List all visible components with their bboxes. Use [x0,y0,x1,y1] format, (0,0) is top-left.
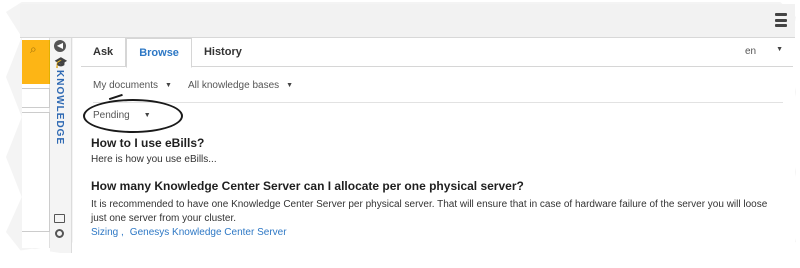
tag-link[interactable]: Sizing , [91,227,124,238]
knowledge-sidebar-label[interactable]: KNOWLEDGE [54,70,65,145]
chevron-down-icon: ▼ [165,82,172,89]
top-toolbar [20,4,795,38]
chevron-down-icon: ▼ [776,46,783,53]
knowledge-bases-filter[interactable]: All knowledge bases ▼ [188,80,293,91]
language-select[interactable]: en ▼ [745,46,783,57]
chevron-down-icon: ▼ [143,112,151,119]
circle-icon[interactable] [55,229,64,238]
documents-filter-value: My documents [93,80,159,91]
filter-divider [93,102,783,103]
documents-filter[interactable]: My documents ▼ [93,80,172,91]
monitor-icon[interactable] [54,214,65,223]
status-filter-value: Pending [93,110,130,121]
search-icon[interactable]: ⌕ [30,42,37,57]
article-tags: Sizing , Genesys Knowledge Center Server [91,227,287,238]
article-summary: It is recommended to have one Knowledge … [91,199,768,224]
tab-bar: Ask Browse History [81,38,793,68]
article-summary: Here is how you use eBills... [91,154,217,165]
tab-history[interactable]: History [192,38,254,67]
annotation-stroke [108,93,124,102]
article-title[interactable]: How many Knowledge Center Server can I a… [91,179,524,193]
knowledge-panel: Ask Browse History en ▼ My documents ▼ A… [73,38,795,253]
circle-arrow-left-icon[interactable]: ◀ [54,40,66,52]
hamburger-menu-icon[interactable] [775,13,787,27]
tab-browse[interactable]: Browse [126,38,192,68]
left-panel-field[interactable] [22,88,50,108]
filter-bar: My documents ▼ All knowledge bases ▼ [93,80,293,91]
article-title[interactable]: How to I use eBills? [91,136,204,150]
status-filter[interactable]: Pending ▼ [93,110,151,121]
left-panel-list [22,112,50,232]
tab-ask[interactable]: Ask [81,38,127,67]
knowledge-bases-filter-value: All knowledge bases [187,80,280,91]
graduation-cap-icon: 🎓 [54,57,68,69]
tag-link[interactable]: Genesys Knowledge Center Server [130,227,287,238]
chevron-down-icon: ▼ [286,82,294,89]
language-value: en [744,46,757,57]
